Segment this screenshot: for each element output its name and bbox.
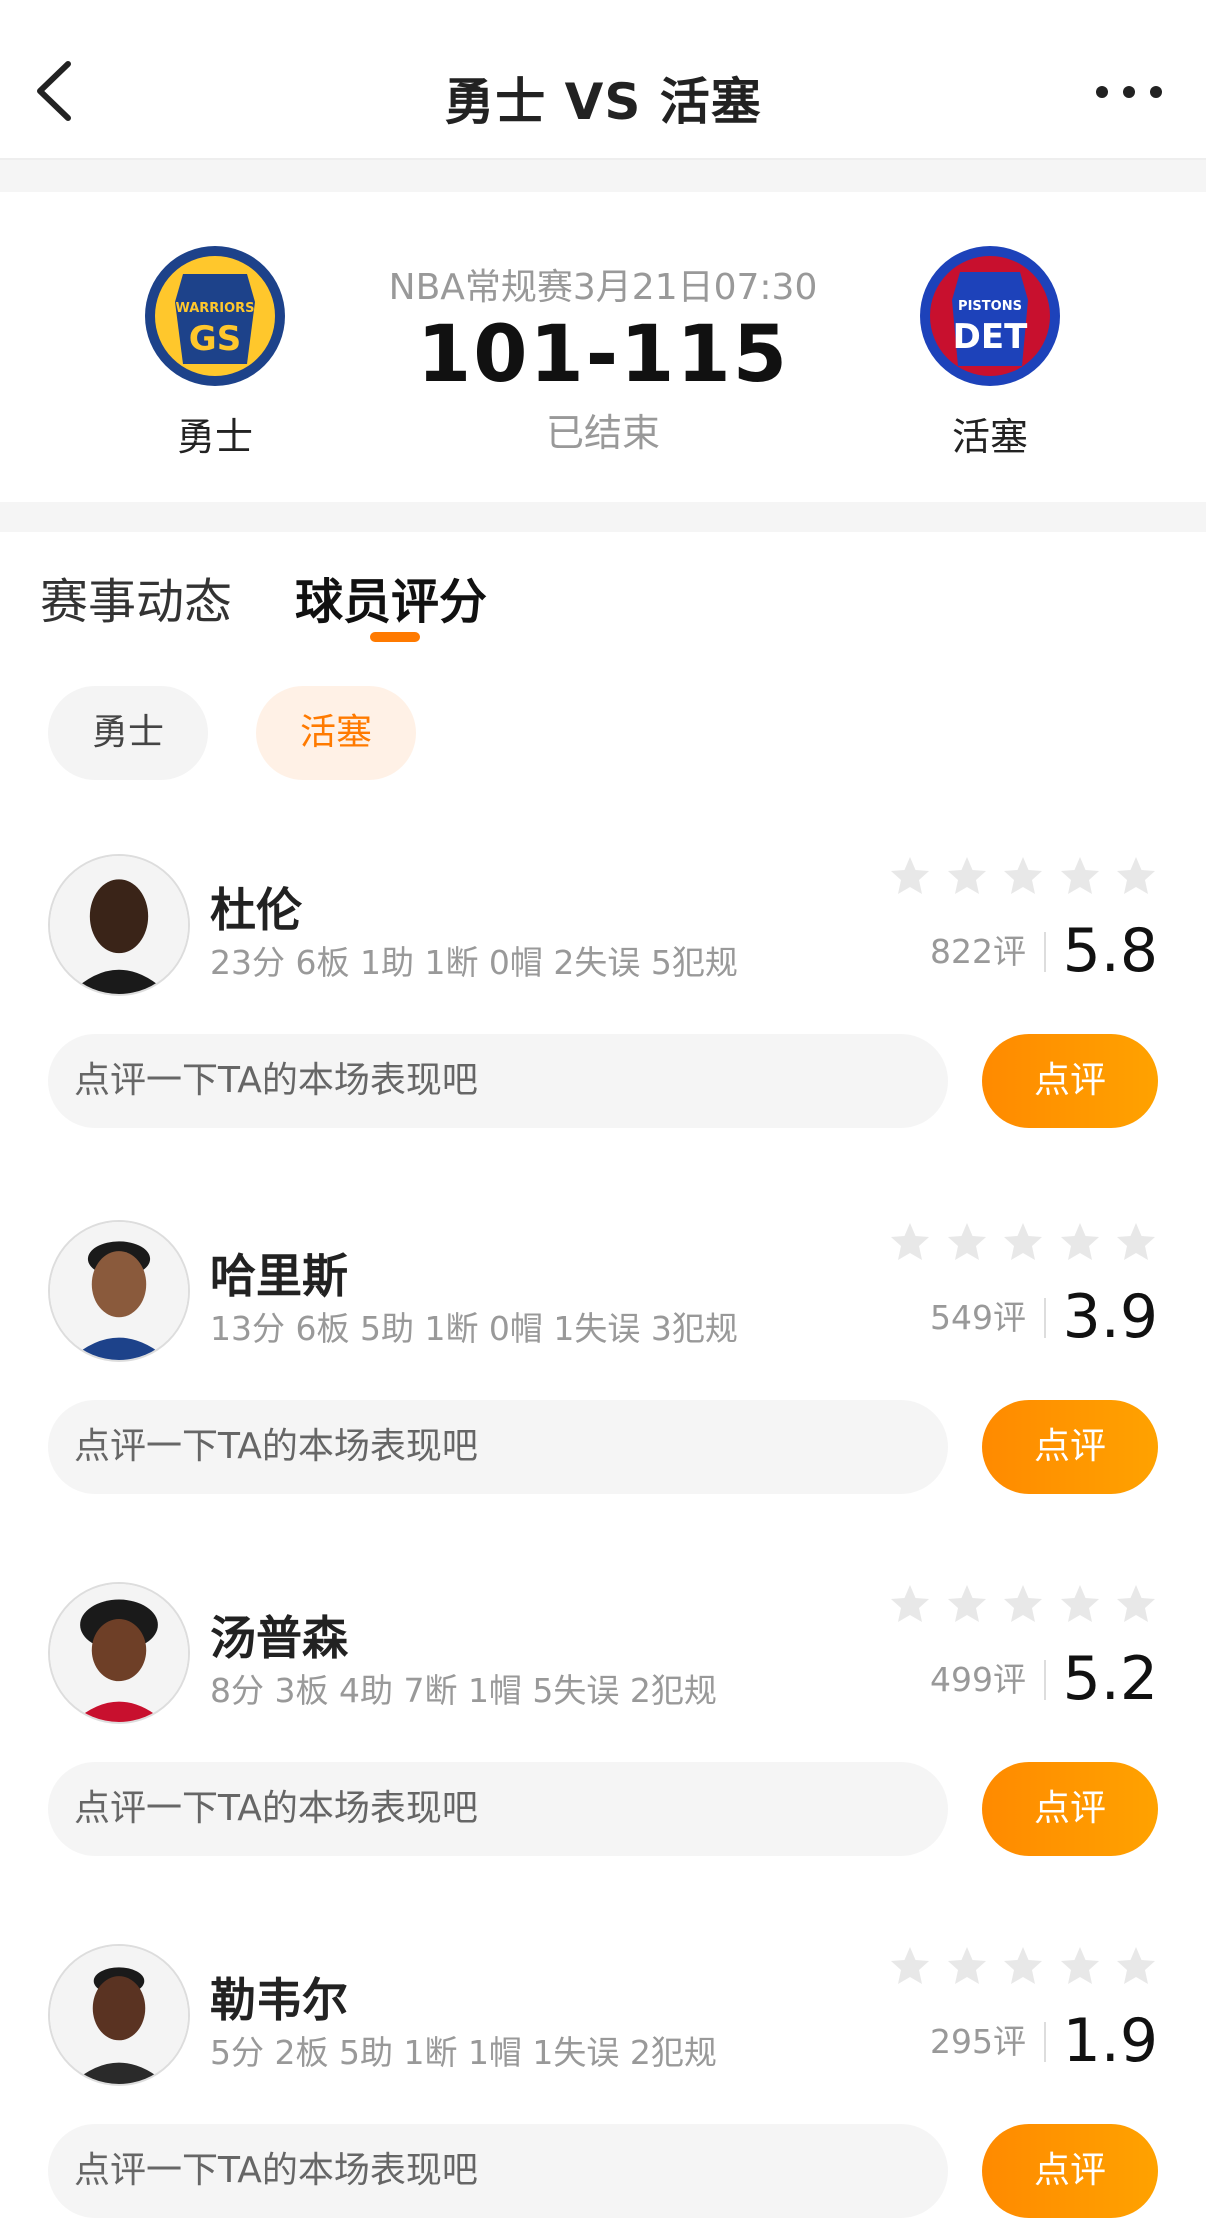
player-name: 杜伦 [210, 883, 302, 937]
team-filter-warriors[interactable]: 勇士 [48, 686, 208, 780]
rating-count: 295评 [930, 2022, 1046, 2062]
player-name: 汤普森 [210, 1611, 348, 1665]
rating-count: 499评 [930, 1660, 1046, 1700]
rating-stars[interactable] [888, 1944, 1158, 1988]
pistons-logo-abbr: DET [953, 317, 1028, 357]
comment-input[interactable]: 点评一下TA的本场表现吧 [48, 1400, 948, 1494]
player-stats: 13分 6板 5助 1断 0帽 1失误 3犯规 [210, 1309, 738, 1348]
player-card: 勒韦尔 5分 2板 5助 1断 1帽 1失误 2犯规 295评 1.9 点评一下… [0, 1944, 1206, 2237]
star-icon [1004, 1947, 1042, 1984]
star-icon [947, 1585, 986, 1622]
rating-count: 822评 [930, 932, 1046, 972]
tab-indicator [370, 632, 420, 642]
rating-score: 5.8 [1062, 916, 1158, 986]
more-icon [1096, 86, 1162, 98]
player-stats: 5分 2板 5助 1断 1帽 1失误 2犯规 [210, 2033, 717, 2072]
comment-button[interactable]: 点评 [982, 1034, 1158, 1128]
star-icon [891, 1223, 929, 1260]
star-icon [1117, 857, 1155, 894]
player-stats: 23分 6板 1助 1断 0帽 2失误 5犯规 [210, 943, 738, 982]
comment-input[interactable]: 点评一下TA的本场表现吧 [48, 1034, 948, 1128]
pistons-logo-icon: PISTONS DET [920, 246, 1060, 386]
player-card: 汤普森 8分 3板 4助 7断 1帽 5失误 2犯规 499评 5.2 点评一下… [0, 1582, 1206, 1882]
star-icon [947, 1223, 986, 1260]
player-name: 哈里斯 [210, 1249, 348, 1303]
page: 勇士 VS 活塞 WARRIORS GS 勇士 NBA常规赛3月21日07:30… [0, 0, 1206, 2237]
match-card: WARRIORS GS 勇士 NBA常规赛3月21日07:30 101-115 … [0, 192, 1206, 502]
star-icon [947, 857, 986, 894]
rating-score: 3.9 [1062, 1282, 1158, 1352]
page-title: 勇士 VS 活塞 [444, 73, 762, 131]
player-avatar-icon[interactable] [48, 1944, 190, 2086]
comment-button[interactable]: 点评 [982, 1762, 1158, 1856]
star-icon [1060, 1947, 1099, 1984]
comment-button[interactable]: 点评 [982, 1400, 1158, 1494]
star-icon [1060, 1223, 1099, 1260]
star-icon [947, 1947, 986, 1984]
star-icon [891, 857, 929, 894]
comment-input[interactable]: 点评一下TA的本场表现吧 [48, 2124, 948, 2218]
tab-match-events[interactable]: 赛事动态 [40, 562, 232, 632]
rating-score: 1.9 [1062, 2006, 1158, 2076]
star-icon [1060, 857, 1099, 894]
player-card: 杜伦 23分 6板 1助 1断 0帽 2失误 5犯规 822评 5.8 点评一下… [0, 854, 1206, 1154]
more-button[interactable] [1094, 82, 1164, 102]
star-icon [1117, 1585, 1155, 1622]
tab-player-ratings[interactable]: 球员评分 [295, 562, 487, 632]
star-icon [1117, 1223, 1155, 1260]
rating-stars[interactable] [888, 1582, 1158, 1626]
player-stats: 8分 3板 4助 7断 1帽 5失误 2犯规 [210, 1671, 717, 1710]
player-avatar-icon[interactable] [48, 1220, 190, 1362]
star-icon [1004, 1585, 1042, 1622]
star-icon [1117, 1947, 1155, 1984]
pistons-logo-text: PISTONS [958, 299, 1022, 314]
rating-score: 5.2 [1062, 1644, 1158, 1714]
comment-button[interactable]: 点评 [982, 2124, 1158, 2218]
player-name: 勒韦尔 [210, 1973, 348, 2027]
rating-count: 549评 [930, 1298, 1046, 1338]
star-icon [891, 1947, 929, 1984]
nav-bar: 勇士 VS 活塞 [0, 0, 1206, 160]
away-team[interactable]: PISTONS DET 活塞 [910, 244, 1070, 461]
content-panel: 赛事动态 球员评分 勇士 活塞 杜伦 23分 6板 1助 1断 0帽 2失误 5… [0, 532, 1206, 2237]
player-card: 哈里斯 13分 6板 5助 1断 0帽 1失误 3犯规 549评 3.9 点评一… [0, 1220, 1206, 1520]
player-avatar-icon[interactable] [48, 1582, 190, 1724]
rating-stars[interactable] [888, 1220, 1158, 1264]
star-icon [1004, 1223, 1042, 1260]
away-team-name: 活塞 [951, 415, 1028, 459]
player-avatar-icon[interactable] [48, 854, 190, 996]
rating-stars[interactable] [888, 854, 1158, 898]
star-icon [891, 1585, 929, 1622]
star-icon [1060, 1585, 1099, 1622]
comment-input[interactable]: 点评一下TA的本场表现吧 [48, 1762, 948, 1856]
star-icon [1004, 857, 1042, 894]
team-filter-pistons[interactable]: 活塞 [256, 686, 416, 780]
